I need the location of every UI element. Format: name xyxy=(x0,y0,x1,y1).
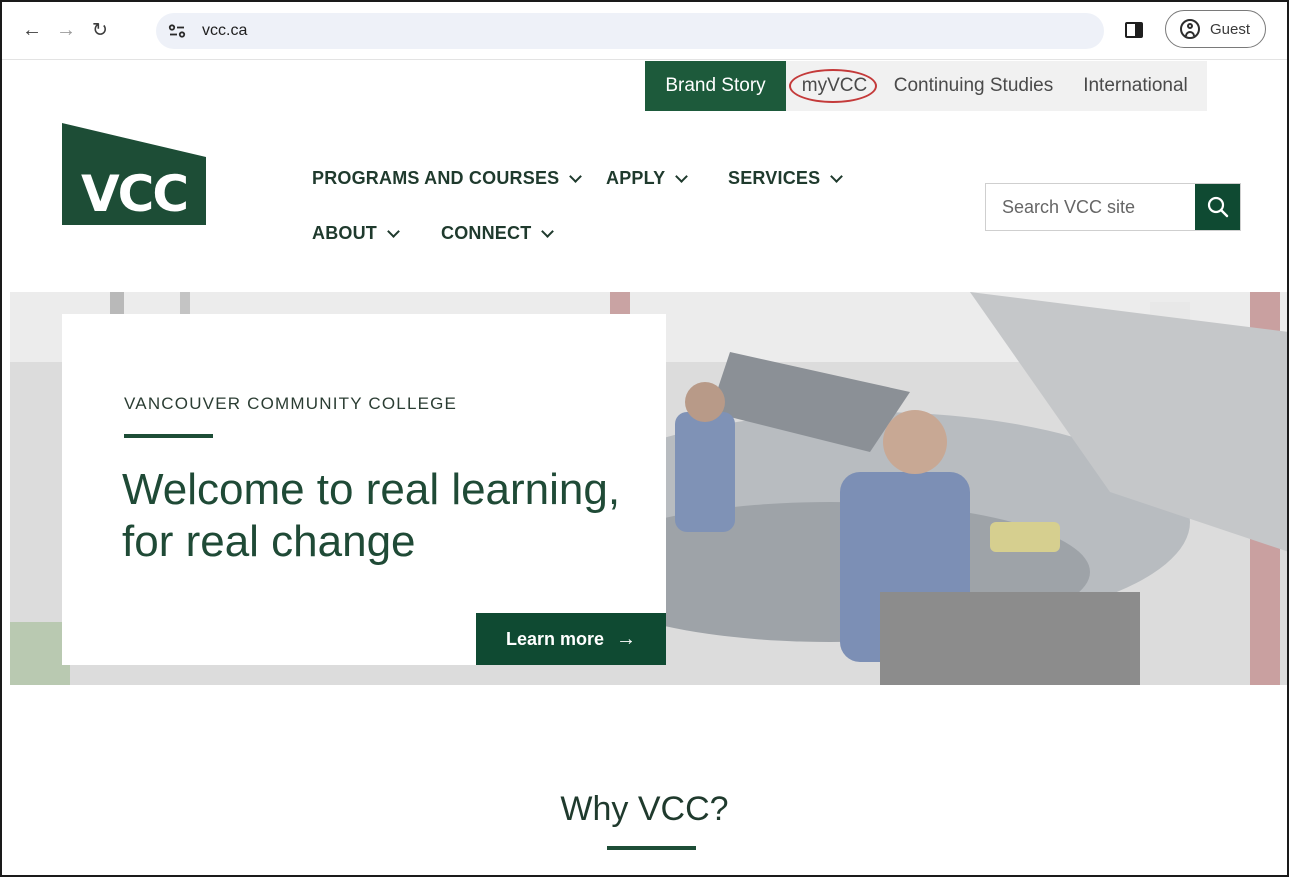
chevron-down-icon xyxy=(387,224,400,238)
site-search xyxy=(985,183,1241,231)
nav-services-label: SERVICES xyxy=(728,168,821,188)
profile-label: Guest xyxy=(1210,20,1251,38)
arrow-right-icon: → xyxy=(616,627,637,650)
util-link-international[interactable]: International xyxy=(1064,61,1207,111)
profile-icon xyxy=(1180,19,1200,39)
search-button[interactable] xyxy=(1195,184,1240,230)
nav-programs-label: PROGRAMS AND COURSES xyxy=(312,168,560,188)
address-bar[interactable]: vcc.ca xyxy=(156,13,1104,49)
chevron-down-icon xyxy=(569,169,583,183)
hero-eyebrow: VANCOUVER COMMUNITY COLLEGE xyxy=(124,394,458,413)
nav-connect-label: CONNECT xyxy=(441,223,532,243)
nav-services[interactable]: SERVICES xyxy=(728,168,844,189)
nav-connect[interactable]: CONNECT xyxy=(441,223,555,244)
logo-text: VCC xyxy=(81,165,187,223)
chevron-down-icon xyxy=(675,169,689,183)
vcc-logo[interactable]: VCC xyxy=(62,123,206,225)
search-input[interactable] xyxy=(986,184,1195,230)
profile-button[interactable]: Guest xyxy=(1165,10,1266,48)
back-arrow-icon[interactable]: ← xyxy=(18,16,46,44)
chevron-down-icon xyxy=(830,169,844,183)
side-panel-icon[interactable] xyxy=(1125,22,1143,38)
util-link-myvcc[interactable]: myVCC xyxy=(786,61,883,111)
forward-arrow-icon[interactable]: → xyxy=(52,16,80,44)
nav-about-label: ABOUT xyxy=(312,223,377,243)
reload-icon[interactable]: ↻ xyxy=(86,16,114,44)
hero-divider xyxy=(124,434,213,438)
why-vcc-divider xyxy=(607,846,696,850)
highlight-ring xyxy=(789,69,877,103)
util-link-brand-story[interactable]: Brand Story xyxy=(645,61,786,111)
utility-nav: Brand Story myVCC Continuing Studies Int… xyxy=(645,61,1207,111)
nav-apply[interactable]: APPLY xyxy=(606,168,689,189)
nav-about[interactable]: ABOUT xyxy=(312,223,400,244)
learn-more-label: Learn more xyxy=(505,628,605,649)
chevron-down-icon xyxy=(541,224,555,238)
site-info-icon[interactable] xyxy=(164,18,190,44)
learn-more-button[interactable]: Learn more → xyxy=(476,613,666,665)
nav-programs-and-courses[interactable]: PROGRAMS AND COURSES xyxy=(312,168,583,189)
browser-toolbar: ← → ↻ vcc.ca Guest xyxy=(0,0,1289,60)
hero-title: Welcome to real learning, for real chang… xyxy=(122,465,621,566)
nav-apply-label: APPLY xyxy=(606,168,666,188)
why-vcc-heading: Why VCC? xyxy=(560,790,729,828)
url-text[interactable]: vcc.ca xyxy=(202,22,247,40)
util-link-continuing-studies[interactable]: Continuing Studies xyxy=(883,61,1064,111)
search-icon xyxy=(1207,196,1228,218)
